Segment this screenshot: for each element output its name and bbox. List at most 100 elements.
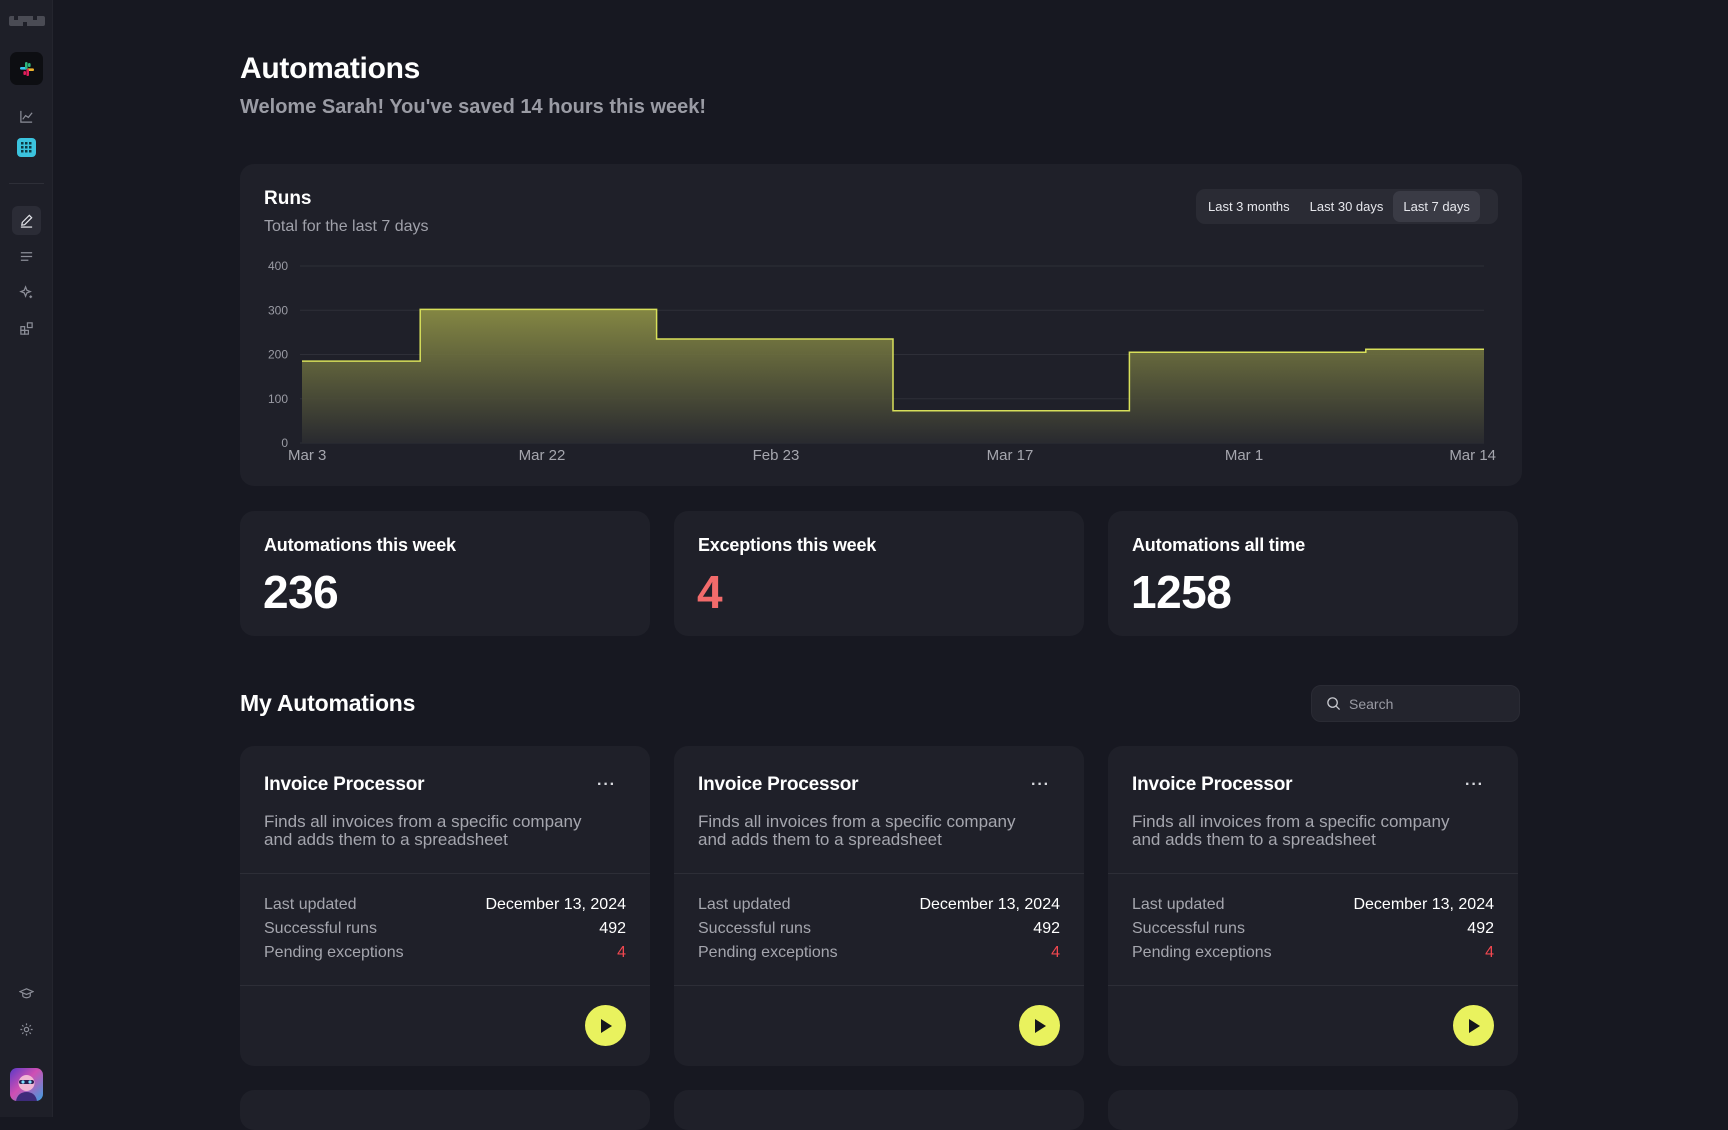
y-tick-label: 100 <box>268 392 288 406</box>
runs-title: Runs <box>264 188 312 209</box>
range-last-3-months[interactable]: Last 3 months <box>1198 191 1300 222</box>
workspace-app-icon[interactable] <box>10 52 43 85</box>
meta-last-updated: Last updated December 13, 2024 <box>264 896 626 914</box>
meta-label: Last updated <box>264 896 357 913</box>
automation-card[interactable]: Invoice Processor ··· Finds all invoices… <box>1108 746 1518 1066</box>
stat-value: 1258 <box>1131 566 1232 618</box>
runs-chart: 0100200300400 Mar 3 Mar 22 Feb 23 Mar 17 Mar… <box>268 259 1496 464</box>
automation-card-partial[interactable] <box>1108 1090 1518 1130</box>
range-last-30-days[interactable]: Last 30 days <box>1300 191 1394 222</box>
meta-pending-exceptions: Pending exceptions 4 <box>698 944 1060 962</box>
stat-card-automations-week: Automations this week 236 <box>240 511 650 636</box>
more-options-icon[interactable]: ··· <box>597 776 616 794</box>
apps-grid-icon[interactable] <box>12 133 41 162</box>
meta-label: Successful runs <box>698 920 811 937</box>
analytics-icon[interactable] <box>12 102 41 131</box>
automation-card[interactable]: Invoice Processor ··· Finds all invoices… <box>674 746 1084 1066</box>
x-tick-label: Mar 14 <box>1449 447 1496 464</box>
play-icon <box>1034 1018 1046 1033</box>
y-tick-label: 300 <box>268 303 288 317</box>
meta-label: Last updated <box>1132 896 1225 913</box>
card-divider <box>674 873 1084 874</box>
meta-value: December 13, 2024 <box>485 896 626 913</box>
stat-card-automations-all-time: Automations all time 1258 <box>1108 511 1518 636</box>
card-divider <box>240 873 650 874</box>
integrations-icon[interactable] <box>12 314 41 343</box>
user-avatar[interactable] <box>10 1068 43 1101</box>
sidebar-divider <box>9 183 44 184</box>
x-tick-label: Feb 23 <box>753 447 800 464</box>
meta-successful-runs: Successful runs 492 <box>264 920 626 938</box>
meta-value: 4 <box>1485 944 1494 961</box>
x-tick-label: Mar 1 <box>1225 447 1263 464</box>
stat-label: Exceptions this week <box>698 535 877 555</box>
play-icon <box>600 1018 612 1033</box>
brand-logo[interactable] <box>9 14 45 28</box>
automation-description: Finds all invoices from a specific compa… <box>264 812 582 849</box>
welcome-subtitle: Welome Sarah! You've saved 14 hours this… <box>240 96 707 118</box>
search-icon <box>1327 697 1341 711</box>
learn-icon[interactable] <box>12 979 41 1008</box>
automation-card-partial[interactable] <box>674 1090 1084 1130</box>
meta-value: December 13, 2024 <box>1353 896 1494 913</box>
my-automations-title: My Automations <box>240 690 416 716</box>
automation-card[interactable]: Invoice Processor ··· Finds all invoices… <box>240 746 650 1066</box>
meta-label: Pending exceptions <box>1132 944 1272 961</box>
automation-name: Invoice Processor <box>264 774 425 795</box>
meta-value: 4 <box>617 944 626 961</box>
meta-label: Last updated <box>698 896 791 913</box>
x-tick-label: Mar 3 <box>288 447 326 464</box>
stat-value: 236 <box>263 566 339 618</box>
meta-value: 492 <box>599 920 626 937</box>
meta-value: 492 <box>1033 920 1060 937</box>
meta-label: Pending exceptions <box>698 944 838 961</box>
card-divider <box>1108 873 1518 874</box>
run-automation-button[interactable] <box>1019 1005 1060 1046</box>
meta-last-updated: Last updated December 13, 2024 <box>1132 896 1494 914</box>
card-divider <box>240 985 650 986</box>
meta-label: Successful runs <box>1132 920 1245 937</box>
run-automation-button[interactable] <box>585 1005 626 1046</box>
meta-pending-exceptions: Pending exceptions 4 <box>264 944 626 962</box>
automation-name: Invoice Processor <box>1132 774 1293 795</box>
meta-value: 492 <box>1467 920 1494 937</box>
stat-card-exceptions-week: Exceptions this week 4 <box>674 511 1084 636</box>
page-title: Automations <box>240 52 421 85</box>
meta-label: Pending exceptions <box>264 944 404 961</box>
x-tick-label: Mar 22 <box>519 447 566 464</box>
runs-subtitle: Total for the last 7 days <box>264 218 429 235</box>
card-divider <box>674 985 1084 986</box>
play-icon <box>1468 1018 1480 1033</box>
meta-last-updated: Last updated December 13, 2024 <box>698 896 1060 914</box>
y-tick-label: 400 <box>268 259 288 273</box>
run-automation-button[interactable] <box>1453 1005 1494 1046</box>
sidebar <box>0 0 53 1117</box>
meta-label: Successful runs <box>264 920 377 937</box>
pen-icon[interactable] <box>12 206 41 235</box>
meta-pending-exceptions: Pending exceptions 4 <box>1132 944 1494 962</box>
automation-card-partial[interactable] <box>240 1090 650 1130</box>
search-box <box>1311 685 1520 722</box>
y-tick-label: 200 <box>268 348 288 362</box>
range-selector: Last 3 months Last 30 days Last 7 days <box>1196 189 1498 224</box>
x-tick-label: Mar 17 <box>987 447 1034 464</box>
meta-successful-runs: Successful runs 492 <box>698 920 1060 938</box>
more-options-icon[interactable]: ··· <box>1031 776 1050 794</box>
stat-label: Automations this week <box>264 535 456 555</box>
list-icon[interactable] <box>12 242 41 271</box>
meta-successful-runs: Successful runs 492 <box>1132 920 1494 938</box>
search-input[interactable] <box>1349 695 1509 712</box>
meta-value: 4 <box>1051 944 1060 961</box>
stat-label: Automations all time <box>1132 535 1306 555</box>
meta-value: December 13, 2024 <box>919 896 1060 913</box>
stat-value: 4 <box>697 566 723 618</box>
range-last-7-days[interactable]: Last 7 days <box>1393 191 1480 222</box>
automation-description: Finds all invoices from a specific compa… <box>1132 812 1450 849</box>
automation-description: Finds all invoices from a specific compa… <box>698 812 1016 849</box>
automation-name: Invoice Processor <box>698 774 859 795</box>
sparkle-icon[interactable] <box>12 278 41 307</box>
slack-icon <box>19 61 34 76</box>
settings-icon[interactable] <box>12 1015 41 1044</box>
card-divider <box>1108 985 1518 986</box>
more-options-icon[interactable]: ··· <box>1465 776 1484 794</box>
